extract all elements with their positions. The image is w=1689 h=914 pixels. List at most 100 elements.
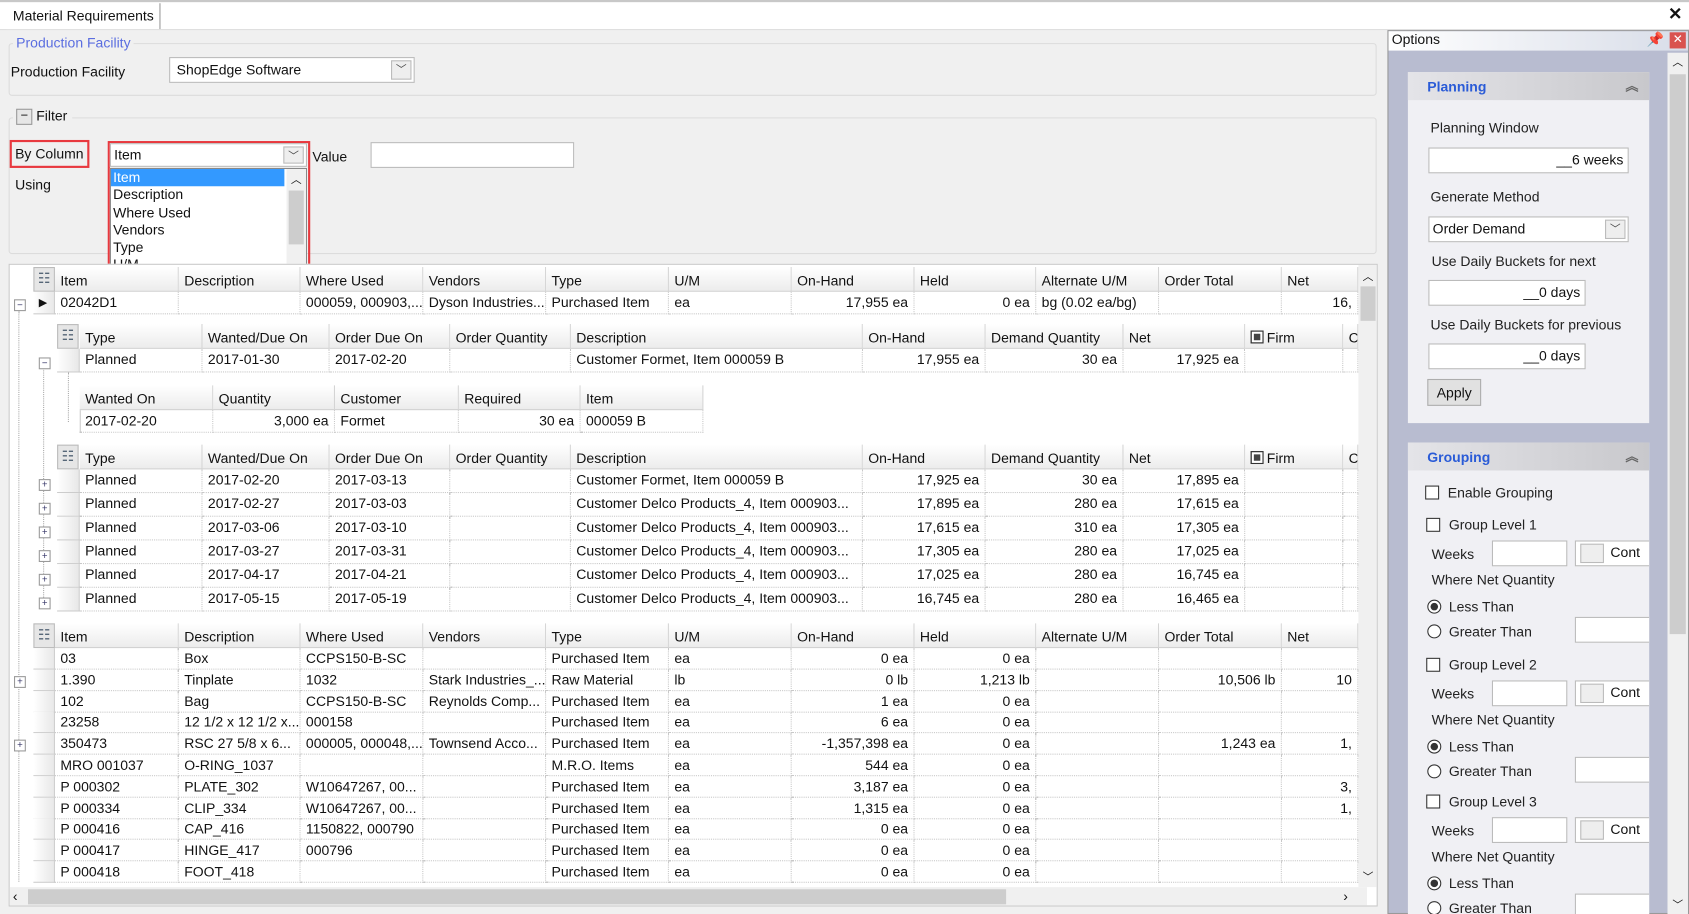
- main-column-header[interactable]: Held: [914, 266, 1037, 292]
- row-selector[interactable]: [33, 861, 55, 883]
- column-chooser-icon[interactable]: ☷: [57, 324, 79, 349]
- row-selector[interactable]: [33, 690, 55, 713]
- scroll-up-icon[interactable]: ︿: [1668, 53, 1688, 69]
- child-column-header[interactable]: Net: [1123, 324, 1246, 349]
- scroll-down-icon[interactable]: ﹀: [1668, 896, 1688, 912]
- scroll-left-icon[interactable]: ‹: [13, 888, 18, 904]
- close-icon[interactable]: ✕: [1668, 3, 1682, 25]
- less-than-radio[interactable]: [1427, 876, 1442, 891]
- main-column-header[interactable]: On-Hand: [791, 266, 915, 292]
- group-level-checkbox[interactable]: [1426, 517, 1441, 532]
- daily-next-input[interactable]: __0 days: [1428, 279, 1586, 306]
- main-column-header[interactable]: Where Used: [300, 623, 424, 649]
- greater-than-radio[interactable]: [1427, 624, 1442, 639]
- main-column-header[interactable]: U/M: [668, 266, 792, 292]
- grid-horizontal-scrollbar[interactable]: ‹ ›: [9, 887, 1367, 906]
- scroll-up-icon[interactable]: ︿: [1358, 267, 1376, 283]
- scroll-down-icon[interactable]: ﹀: [1358, 868, 1376, 884]
- dropdown-option[interactable]: Description: [111, 187, 306, 205]
- main-column-header[interactable]: Type: [546, 266, 669, 292]
- row-selector[interactable]: [33, 797, 55, 819]
- scroll-up-icon[interactable]: ︿: [287, 170, 306, 186]
- grandchild-column-header[interactable]: Quantity: [213, 385, 336, 411]
- main-column-header[interactable]: U/M: [668, 623, 792, 649]
- expand-row-icon[interactable]: +: [38, 526, 51, 539]
- options-scrollbar[interactable]: ︿ ﹀: [1667, 52, 1688, 914]
- generate-method-combo[interactable]: Order Demand ﹀: [1428, 216, 1629, 243]
- main-column-header[interactable]: On-Hand: [791, 623, 915, 649]
- child-column-header[interactable]: Order Due On: [329, 324, 451, 349]
- collapse-row-icon[interactable]: −: [14, 299, 26, 312]
- weeks-input[interactable]: [1491, 540, 1568, 567]
- firm-checkbox[interactable]: [1250, 451, 1264, 465]
- close-options-icon[interactable]: ✕: [1669, 32, 1686, 49]
- row-selector[interactable]: [57, 540, 80, 565]
- child-column-header[interactable]: Firm: [1245, 444, 1344, 470]
- child-column-header[interactable]: Net: [1123, 444, 1246, 470]
- options-scroll-thumb[interactable]: [1669, 74, 1686, 635]
- child-column-header[interactable]: Firm: [1245, 324, 1344, 349]
- child-column-header[interactable]: C: [1343, 444, 1359, 470]
- apply-button[interactable]: Apply: [1427, 378, 1482, 406]
- tab-material-requirements[interactable]: Material Requirements: [6, 3, 161, 30]
- threshold-input[interactable]: [1574, 756, 1650, 783]
- grid-vertical-scrollbar[interactable]: ︿ ﹀: [1358, 264, 1377, 888]
- planning-window-input[interactable]: __6 weeks: [1428, 147, 1629, 174]
- grid-vertical-thumb[interactable]: [1360, 286, 1376, 321]
- row-selector[interactable]: [33, 733, 55, 755]
- expand-row-icon[interactable]: +: [38, 550, 51, 562]
- expand-row-icon[interactable]: +: [38, 479, 51, 491]
- cont-color-picker[interactable]: Cont: [1574, 540, 1650, 567]
- child-column-header[interactable]: Order Quantity: [450, 324, 571, 349]
- dropdown-option[interactable]: Type: [111, 239, 306, 257]
- dropdown-option[interactable]: Vendors: [111, 222, 306, 240]
- dropdown-scroll-thumb[interactable]: [288, 190, 304, 245]
- chevron-down-icon[interactable]: ﹀: [1605, 219, 1626, 240]
- main-column-header[interactable]: Net: [1281, 266, 1359, 292]
- child-column-header[interactable]: Type: [79, 444, 203, 470]
- row-selector[interactable]: [57, 587, 80, 612]
- expand-row-icon[interactable]: +: [38, 502, 51, 515]
- child-column-header[interactable]: Wanted/Due On: [202, 324, 330, 349]
- main-column-header[interactable]: Net: [1281, 623, 1359, 649]
- child-column-header[interactable]: Type: [79, 324, 203, 349]
- row-selector[interactable]: [33, 776, 55, 798]
- child-column-header[interactable]: Order Due On: [329, 444, 451, 470]
- row-selector[interactable]: [33, 818, 55, 841]
- group-level-checkbox[interactable]: [1426, 657, 1441, 672]
- child-column-header[interactable]: Demand Quantity: [985, 324, 1124, 349]
- chevron-down-icon[interactable]: ﹀: [283, 146, 304, 164]
- main-column-header[interactable]: Where Used: [300, 266, 424, 292]
- row-selector[interactable]: [33, 839, 55, 862]
- main-column-header[interactable]: Order Total: [1159, 623, 1282, 649]
- planning-header[interactable]: Planning ︽: [1407, 72, 1650, 101]
- row-selector[interactable]: [57, 516, 80, 541]
- grouping-header[interactable]: Grouping ︽: [1407, 442, 1650, 471]
- row-selector[interactable]: [57, 493, 80, 517]
- cont-color-picker[interactable]: Cont: [1574, 817, 1650, 843]
- row-selector[interactable]: [33, 648, 55, 670]
- daily-previous-input[interactable]: __0 days: [1428, 343, 1586, 370]
- main-column-header[interactable]: Vendors: [423, 623, 547, 649]
- child-column-header[interactable]: Order Quantity: [450, 444, 571, 470]
- row-selector[interactable]: [57, 564, 80, 588]
- threshold-input[interactable]: [1574, 893, 1650, 914]
- grandchild-column-header[interactable]: Customer: [335, 385, 459, 411]
- dropdown-option[interactable]: Where Used: [111, 204, 306, 222]
- collapse-row-icon[interactable]: −: [38, 357, 51, 370]
- row-selector[interactable]: [33, 754, 55, 777]
- threshold-input[interactable]: [1574, 616, 1650, 643]
- main-column-header[interactable]: Held: [914, 623, 1037, 649]
- child-column-header[interactable]: Description: [570, 444, 863, 470]
- child-column-header[interactable]: On-Hand: [862, 444, 986, 470]
- expand-row-icon[interactable]: +: [38, 597, 51, 610]
- grandchild-column-header[interactable]: Required: [458, 385, 581, 411]
- weeks-input[interactable]: [1491, 817, 1568, 843]
- collapse-icon[interactable]: ︽: [1625, 76, 1638, 94]
- chevron-down-icon[interactable]: ﹀: [391, 60, 412, 80]
- main-column-header[interactable]: Item: [54, 266, 179, 292]
- weeks-input[interactable]: [1491, 680, 1568, 707]
- main-column-header[interactable]: Item: [54, 623, 179, 649]
- pin-icon[interactable]: 📌: [1647, 31, 1664, 48]
- enable-grouping-checkbox[interactable]: [1425, 485, 1440, 500]
